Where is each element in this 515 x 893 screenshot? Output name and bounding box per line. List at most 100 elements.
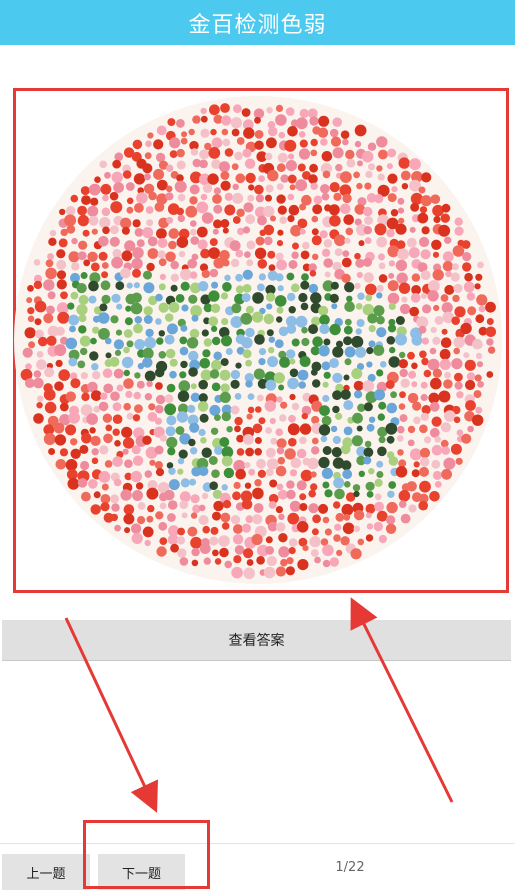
plate-dot xyxy=(398,500,407,509)
plate-dot xyxy=(254,437,262,444)
plate-dot xyxy=(198,466,209,477)
plate-dot xyxy=(137,516,146,525)
plate-dot xyxy=(166,216,174,224)
plate-dot xyxy=(409,226,416,233)
plate-dot xyxy=(110,201,123,214)
plate-dot xyxy=(286,489,296,500)
plate-dot xyxy=(114,524,121,532)
plate-dot xyxy=(322,544,334,557)
plate-dot xyxy=(395,259,408,272)
plate-dot xyxy=(324,271,331,278)
plate-dot xyxy=(190,271,198,279)
plate-dot xyxy=(159,273,166,280)
plate-dot xyxy=(398,403,406,410)
plate-dot xyxy=(211,382,221,392)
plate-dot xyxy=(200,128,210,138)
plate-dot xyxy=(323,258,334,268)
plate-dot xyxy=(277,285,284,292)
view-answer-button[interactable]: 查看答案 xyxy=(2,620,511,661)
plate-dot xyxy=(408,247,420,259)
plate-dot xyxy=(420,292,427,299)
plate-dot xyxy=(399,391,406,399)
plate-dot xyxy=(386,501,398,514)
plate-dot xyxy=(388,302,396,310)
plate-dot xyxy=(177,468,184,475)
plate-dot xyxy=(321,467,333,479)
plate-dot xyxy=(78,325,87,334)
plate-dot xyxy=(308,174,318,184)
plate-dot xyxy=(463,352,470,359)
plate-dot xyxy=(310,292,322,304)
plate-dot xyxy=(309,163,318,173)
plate-dot xyxy=(343,400,354,411)
plate-dot xyxy=(187,526,198,537)
plate-dot xyxy=(358,470,365,477)
plate-dot xyxy=(434,436,442,443)
plate-dot xyxy=(111,171,123,183)
plate-dot xyxy=(318,115,330,127)
plate-dot xyxy=(219,161,230,173)
plate-dot xyxy=(268,501,277,509)
plate-dot xyxy=(130,523,142,534)
plate-dot xyxy=(311,228,319,236)
plate-dot xyxy=(340,444,351,455)
previous-question-button[interactable]: 上一题 xyxy=(2,854,90,890)
plate-dot xyxy=(310,138,318,147)
plate-dot xyxy=(277,205,287,215)
plate-dot xyxy=(214,558,222,565)
plate-dot xyxy=(155,511,164,520)
plate-dot xyxy=(477,261,484,269)
plate-dot xyxy=(136,239,145,248)
plate-dot xyxy=(461,433,472,444)
plate-dot xyxy=(212,336,221,346)
plate-dot xyxy=(322,481,330,489)
plate-dot xyxy=(342,193,352,204)
plate-dot xyxy=(102,226,110,235)
plate-dot xyxy=(211,359,222,371)
plate-dot xyxy=(418,186,426,194)
plate-dot xyxy=(277,152,288,163)
plate-dot xyxy=(90,504,101,515)
plate-dot xyxy=(121,250,133,262)
plate-dot xyxy=(284,448,296,460)
plate-dot xyxy=(167,447,176,456)
plate-dot xyxy=(176,536,186,545)
plate-dot xyxy=(343,426,353,436)
plate-dot xyxy=(82,229,90,237)
plate-dot xyxy=(67,302,75,310)
plate-dot xyxy=(406,237,417,248)
plate-dot xyxy=(247,194,255,202)
plate-dot xyxy=(308,324,319,335)
plate-dot xyxy=(365,170,373,178)
plate-dot xyxy=(321,361,331,371)
plate-dot xyxy=(78,240,88,250)
plate-dot xyxy=(409,448,422,461)
plate-dot xyxy=(299,423,312,435)
plate-dot xyxy=(398,359,408,369)
plate-dot xyxy=(178,380,191,392)
plate-dot xyxy=(257,215,267,226)
plate-dot xyxy=(207,173,219,185)
plate-dot xyxy=(177,214,185,223)
plate-dot xyxy=(33,280,43,290)
plate-dot xyxy=(460,322,472,335)
plate-dot xyxy=(126,282,133,289)
plate-dot xyxy=(134,228,144,237)
plate-dot xyxy=(131,292,142,303)
plate-dot xyxy=(356,271,363,279)
plate-dot xyxy=(126,206,134,214)
plate-dot xyxy=(99,160,107,169)
plate-dot xyxy=(422,304,432,314)
plate-dot xyxy=(36,359,47,370)
plate-dot xyxy=(93,491,101,499)
plate-dot xyxy=(165,426,176,437)
plate-dot xyxy=(178,449,188,459)
plate-dot xyxy=(432,269,444,281)
plate-dot xyxy=(322,381,329,388)
plate-dot xyxy=(58,238,68,248)
plate-dot xyxy=(91,457,99,465)
plate-dot xyxy=(312,204,323,215)
plate-dot xyxy=(101,294,111,304)
plate-dot xyxy=(198,428,206,437)
plate-dot xyxy=(168,467,176,475)
